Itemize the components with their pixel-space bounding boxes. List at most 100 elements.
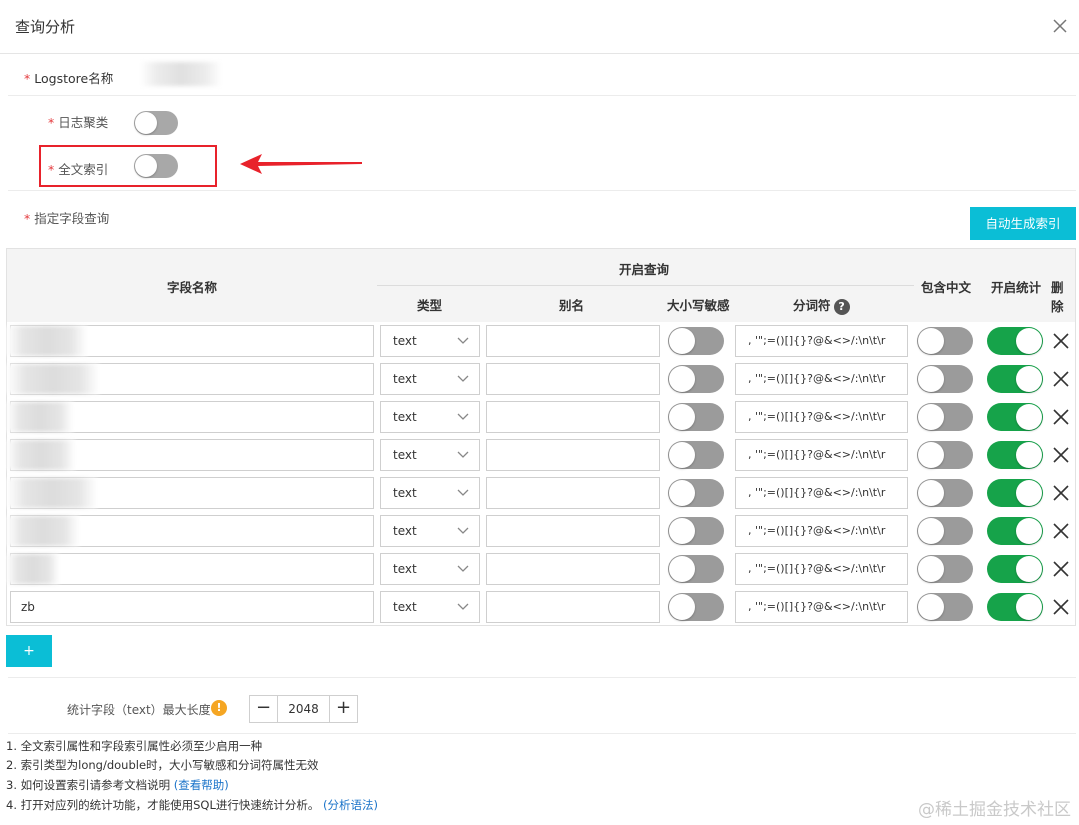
type-select[interactable]: text	[380, 325, 480, 357]
field-name-input[interactable]: zb	[10, 591, 374, 623]
delete-icon[interactable]	[1051, 369, 1071, 389]
table-header: 字段名称 开启查询 类型 别名 大小写敏感 分词符? 包含中文 开启统计 删除	[7, 249, 1075, 322]
field-name-input[interactable]	[10, 553, 374, 585]
header-contains-chinese: 包含中文	[921, 280, 972, 295]
delimiter-input[interactable]: , '";=()[]{}?@&<>/:\n\t\r	[735, 591, 908, 623]
case-sensitive-toggle[interactable]	[668, 517, 724, 545]
type-select[interactable]: text	[380, 591, 480, 623]
delimiter-input[interactable]: , '";=()[]{}?@&<>/:\n\t\r	[735, 325, 908, 357]
enable-stats-toggle[interactable]	[987, 479, 1043, 507]
delete-icon[interactable]	[1051, 559, 1071, 579]
alias-input[interactable]	[486, 477, 660, 509]
increment-button[interactable]: +	[329, 696, 357, 722]
redacted-field-name	[7, 364, 99, 394]
alias-input[interactable]	[486, 401, 660, 433]
enable-stats-toggle[interactable]	[987, 403, 1043, 431]
arrow-left-icon	[240, 154, 362, 174]
help-icon[interactable]: ?	[833, 298, 850, 315]
header-type: 类型	[417, 298, 443, 313]
note-3: 3. 如何设置索引请参考文档说明 (查看帮助)	[6, 778, 229, 792]
header-enable-stats: 开启统计	[991, 280, 1042, 295]
delimiter-input[interactable]: , '";=()[]{}?@&<>/:\n\t\r	[735, 477, 908, 509]
redacted-field-name	[7, 478, 97, 508]
table-row: zb text , '";=()[]{}?@&<>/:\n\t\r	[7, 588, 1075, 626]
enable-stats-toggle[interactable]	[987, 327, 1043, 355]
table-row: text , '";=()[]{}?@&<>/:\n\t\r	[7, 474, 1075, 512]
case-sensitive-toggle[interactable]	[668, 441, 724, 469]
logstore-name-value	[140, 62, 222, 86]
case-sensitive-toggle[interactable]	[668, 593, 724, 621]
delimiter-input[interactable]: , '";=()[]{}?@&<>/:\n\t\r	[735, 401, 908, 433]
contains-chinese-toggle[interactable]	[917, 403, 973, 431]
watermark: @稀土掘金技术社区	[918, 800, 1071, 820]
case-sensitive-toggle[interactable]	[668, 365, 724, 393]
delimiter-input[interactable]: , '";=()[]{}?@&<>/:\n\t\r	[735, 439, 908, 471]
highlight-box	[39, 145, 217, 187]
type-select[interactable]: text	[380, 439, 480, 471]
contains-chinese-toggle[interactable]	[917, 327, 973, 355]
type-select[interactable]: text	[380, 363, 480, 395]
delimiter-input[interactable]: , '";=()[]{}?@&<>/:\n\t\r	[735, 553, 908, 585]
chevron-down-icon	[457, 603, 469, 610]
type-select[interactable]: text	[380, 553, 480, 585]
enable-stats-toggle[interactable]	[987, 593, 1043, 621]
alias-input[interactable]	[486, 515, 660, 547]
enable-stats-toggle[interactable]	[987, 441, 1043, 469]
alias-input[interactable]	[486, 363, 660, 395]
delimiter-input[interactable]: , '";=()[]{}?@&<>/:\n\t\r	[735, 515, 908, 547]
decrement-button[interactable]: −	[250, 696, 278, 722]
contains-chinese-toggle[interactable]	[917, 441, 973, 469]
delete-icon[interactable]	[1051, 445, 1071, 465]
contains-chinese-toggle[interactable]	[917, 593, 973, 621]
contains-chinese-toggle[interactable]	[917, 517, 973, 545]
contains-chinese-toggle[interactable]	[917, 479, 973, 507]
log-cluster-toggle[interactable]	[134, 111, 178, 135]
chevron-down-icon	[457, 375, 469, 382]
add-field-button[interactable]: +	[6, 635, 52, 667]
stats-max-length-label: 统计字段（text）最大长度	[67, 703, 211, 717]
type-select[interactable]: text	[380, 401, 480, 433]
alias-input[interactable]	[486, 553, 660, 585]
delete-icon[interactable]	[1051, 331, 1071, 351]
delete-icon[interactable]	[1051, 521, 1071, 541]
redacted-field-name	[7, 516, 79, 546]
contains-chinese-toggle[interactable]	[917, 365, 973, 393]
table-row: text , '";=()[]{}?@&<>/:\n\t\r	[7, 436, 1075, 474]
table-row: text , '";=()[]{}?@&<>/:\n\t\r	[7, 512, 1075, 550]
dialog-header: 查询分析	[0, 0, 1079, 54]
redacted-field-name	[7, 326, 87, 356]
field-index-table: 字段名称 开启查询 类型 别名 大小写敏感 分词符? 包含中文 开启统计 删除 …	[6, 248, 1076, 626]
chevron-down-icon	[457, 489, 469, 496]
max-length-input[interactable]: 2048	[278, 696, 329, 722]
auto-generate-index-button[interactable]: 自动生成索引	[970, 207, 1076, 240]
alias-input[interactable]	[486, 325, 660, 357]
delete-icon[interactable]	[1051, 597, 1071, 617]
case-sensitive-toggle[interactable]	[668, 555, 724, 583]
case-sensitive-toggle[interactable]	[668, 403, 724, 431]
delete-icon[interactable]	[1051, 483, 1071, 503]
note-2: 2. 索引类型为long/double时，大小写敏感和分词符属性无效	[6, 758, 319, 772]
header-enable-query: 开启查询	[619, 262, 670, 277]
alias-input[interactable]	[486, 591, 660, 623]
syntax-link[interactable]: (分析语法)	[323, 798, 378, 812]
type-select[interactable]: text	[380, 477, 480, 509]
chevron-down-icon	[457, 565, 469, 572]
type-select[interactable]: text	[380, 515, 480, 547]
enable-stats-toggle[interactable]	[987, 555, 1043, 583]
enable-stats-toggle[interactable]	[987, 517, 1043, 545]
case-sensitive-toggle[interactable]	[668, 327, 724, 355]
delete-icon[interactable]	[1051, 407, 1071, 427]
alias-input[interactable]	[486, 439, 660, 471]
enable-stats-toggle[interactable]	[987, 365, 1043, 393]
contains-chinese-toggle[interactable]	[917, 555, 973, 583]
help-link[interactable]: (查看帮助)	[174, 778, 229, 792]
delimiter-input[interactable]: , '";=()[]{}?@&<>/:\n\t\r	[735, 363, 908, 395]
chevron-down-icon	[457, 337, 469, 344]
log-cluster-label: * 日志聚类	[48, 115, 109, 130]
header-case-sensitive: 大小写敏感	[667, 298, 730, 313]
divider	[8, 95, 1076, 96]
note-1: 1. 全文索引属性和字段索引属性必须至少启用一种	[6, 739, 263, 753]
divider	[8, 677, 1076, 678]
case-sensitive-toggle[interactable]	[668, 479, 724, 507]
close-icon[interactable]	[1049, 15, 1071, 37]
